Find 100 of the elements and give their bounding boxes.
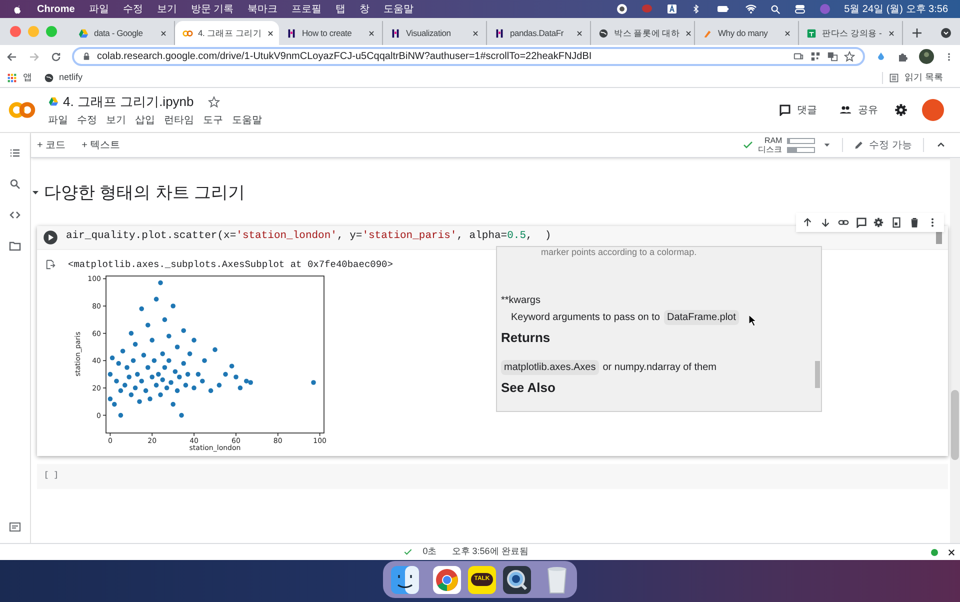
menu-item[interactable]: 프로필 (292, 2, 322, 16)
keyboard-input-icon[interactable] (666, 3, 678, 15)
menu-item[interactable]: 도구 (203, 113, 223, 128)
comment-button[interactable]: 댓글 (779, 102, 817, 118)
scrollbar[interactable] (950, 158, 960, 543)
edit-mode-button[interactable]: 수정 가능 (854, 138, 912, 152)
globe-icon (44, 72, 54, 82)
mirror-cell-icon[interactable] (891, 216, 902, 228)
trash-icon[interactable] (545, 566, 569, 594)
address-field[interactable]: colab.research.google.com/drive/1-UtukV9nmCLoyazFCJ-u5CqqaltrBiNW?authuser=1#scrollTo=22heakFNJdBI (72, 47, 865, 66)
doc-heading: Returns (501, 330, 552, 346)
menu-item[interactable]: 보기 (156, 2, 177, 16)
close-icon[interactable] (472, 30, 479, 36)
ram-label: RAM (764, 136, 782, 145)
check-icon (402, 547, 413, 557)
notebook-title[interactable]: 4. 그래프 그리기.ipynb (63, 92, 194, 112)
move-down-icon[interactable] (820, 216, 832, 228)
menu-item[interactable]: 파일 (48, 113, 68, 128)
menu-item[interactable]: 도움말 (384, 2, 414, 16)
pencil-icon (854, 140, 864, 150)
run-icon[interactable] (43, 230, 58, 244)
bluetooth-icon[interactable] (691, 3, 702, 15)
drive-icon (78, 28, 89, 38)
apps-grid-icon (7, 72, 17, 82)
delete-icon[interactable] (908, 216, 920, 228)
settings-icon[interactable] (873, 216, 884, 228)
close-icon[interactable] (576, 30, 583, 36)
folder-icon[interactable] (9, 240, 21, 252)
add-text-button[interactable]: + 텍스트 (80, 138, 122, 152)
output-icon[interactable] (45, 258, 56, 270)
close-icon[interactable] (368, 30, 375, 36)
terminal-icon[interactable] (9, 521, 21, 533)
record-icon[interactable] (616, 3, 628, 15)
clock[interactable]: 5월 24일 (월) 오후 3:56 (844, 2, 948, 16)
app-menu[interactable]: Chrome (37, 2, 75, 16)
wifi-icon[interactable] (745, 3, 758, 15)
doc-text: or numpy.ndarray of them (602, 360, 716, 374)
menu-item[interactable]: 보기 (106, 113, 126, 128)
close-icon[interactable] (266, 30, 274, 36)
close-icon[interactable] (160, 30, 167, 36)
search-icon[interactable] (770, 4, 782, 14)
disk-meter (787, 146, 816, 152)
magnifier-app-icon[interactable] (503, 566, 531, 594)
menu-item[interactable]: 파일 (88, 2, 109, 16)
code-icon[interactable] (9, 209, 21, 221)
puzzle-icon[interactable] (897, 50, 909, 62)
menu-item[interactable]: 북마크 (248, 2, 278, 16)
bookmark-item[interactable]: netlify (44, 70, 83, 84)
close-icon[interactable] (888, 30, 895, 36)
reload-icon[interactable] (50, 50, 62, 62)
scrollbar-thumb[interactable] (815, 360, 820, 388)
qr-code-icon[interactable] (810, 51, 821, 62)
cell-prompt: [ ] (44, 470, 58, 482)
colab-icon (182, 28, 193, 38)
close-icon[interactable] (784, 30, 791, 36)
doc-heading: See Also (501, 380, 556, 396)
chrome-icon[interactable] (433, 566, 461, 594)
browser-tab[interactable]: 4. 그래프 그리기 (175, 21, 279, 45)
menu-item[interactable]: 창 (360, 2, 370, 16)
close-icon[interactable] (947, 548, 956, 556)
table-of-contents-icon[interactable] (9, 147, 21, 159)
ram-meter (787, 138, 816, 144)
mouse-pointer-icon (749, 314, 757, 326)
menu-item[interactable]: 탭 (336, 2, 346, 16)
execution-time: 0초 (422, 545, 437, 558)
back-icon[interactable] (6, 50, 18, 62)
section-heading: 다양한 형태의 차트 그리기 (44, 182, 246, 204)
status-text: 오후 3:56에 완료됨 (452, 545, 528, 558)
star-icon[interactable] (208, 96, 220, 108)
bookmark-item[interactable]: 앱 (7, 70, 32, 84)
code-cell[interactable] (37, 226, 948, 456)
doc-text: Keyword arguments to pass on to (511, 310, 660, 324)
disk-label: 디스크 (758, 145, 782, 154)
empty-code-cell[interactable]: [ ] (37, 464, 948, 489)
tab-search-icon[interactable] (940, 27, 952, 39)
share-button[interactable]: 공유 (839, 102, 878, 118)
reading-list-button[interactable]: 읽기 목록 (889, 70, 943, 84)
list-icon (889, 72, 900, 82)
extension-icon[interactable] (875, 50, 887, 62)
apple-icon[interactable] (12, 4, 23, 14)
star-icon[interactable] (844, 51, 855, 62)
finder-icon[interactable] (391, 566, 419, 594)
move-up-icon[interactable] (802, 216, 814, 228)
translate-icon[interactable] (827, 51, 838, 62)
menu-item[interactable]: 수정 (122, 2, 143, 16)
dropdown-caret-icon[interactable] (823, 141, 832, 149)
add-code-button[interactable]: + 코드 (35, 138, 68, 152)
search-icon[interactable] (9, 178, 21, 190)
menu-item[interactable]: 런타임 (164, 113, 194, 128)
menu-item[interactable]: 도움말 (232, 113, 262, 128)
close-icon[interactable] (684, 30, 692, 36)
menu-item[interactable]: 수정 (77, 113, 97, 128)
avatar[interactable] (919, 49, 934, 64)
menu-item[interactable]: 삽입 (135, 113, 155, 128)
control-center-icon[interactable] (794, 3, 806, 15)
new-tab-icon[interactable] (911, 27, 923, 39)
settings-icon[interactable] (894, 103, 908, 117)
menu-item[interactable]: 방문 기록 (190, 2, 234, 16)
cast-icon[interactable] (793, 51, 804, 62)
comment-icon[interactable] (856, 216, 867, 228)
